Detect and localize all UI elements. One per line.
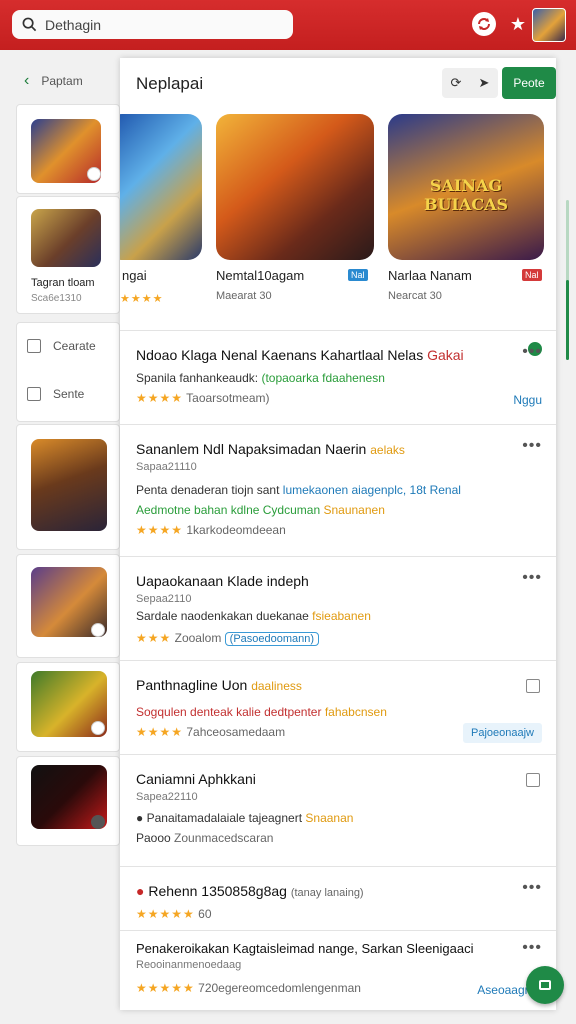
star-icon[interactable]: ★ <box>506 12 530 36</box>
avatar[interactable] <box>532 8 566 42</box>
item-description: Penta denaderan tiojn sant lumekaonen ai… <box>136 483 461 497</box>
search-input[interactable]: Dethagin <box>12 10 293 39</box>
primary-button[interactable]: Peote <box>502 67 556 99</box>
sidebar-item-label: Sente <box>53 387 85 401</box>
item-rating: Paooo Zounmacedscaran <box>136 831 274 845</box>
game-thumbnail <box>31 209 101 267</box>
item-link[interactable]: Nggu <box>513 393 542 407</box>
item-description-2: Aedmotne bahan kdlne Cydcuman Snaunanen <box>136 503 385 517</box>
game-art: SAINAG BUIACAS <box>388 114 544 260</box>
item-description: Sogqulen denteak kalie dedtpenter fahabc… <box>136 705 387 719</box>
more-icon[interactable]: ••• <box>522 569 542 587</box>
list-item[interactable]: Ndoao Klaga Nenal Kaenans Kahartlaal Nel… <box>120 330 556 422</box>
list-item[interactable]: Uapaokanaan Klade indeph ••• Sepaa2110 S… <box>120 556 556 658</box>
sidebar-menu: Cearate Sente <box>16 322 120 422</box>
item-title: Ndoao Klaga Nenal Kaenans Kahartlaal Nel… <box>136 347 464 363</box>
game-subtitle: Nearcat 30 <box>388 290 442 302</box>
item-title: Uapaokanaan Klade indeph <box>136 573 309 589</box>
game-title: Narlaa Nanam <box>388 268 472 283</box>
folder-icon <box>27 387 41 401</box>
more-icon[interactable]: ••• <box>522 939 542 957</box>
item-rating: ★★★★★ 60 <box>136 907 212 921</box>
item-description: ● Panaitamadalaiale tajeagnert Snaanan <box>136 811 354 825</box>
game-title: ngai <box>122 268 147 283</box>
game-tag: Nal <box>348 269 368 281</box>
game-title: Nemtal10agam <box>216 268 305 283</box>
detail-panel: Neplapai ⟳ ➤ Peote ngai ★★★★ Nemtal10aga… <box>120 58 556 1010</box>
sidebar: ‹ Paptam Tagran tloam Sca6e1310 Cearate … <box>16 62 120 962</box>
sidebar-game-card[interactable] <box>16 104 120 194</box>
sidebar-game-card[interactable] <box>16 756 120 846</box>
game-subtitle: Sca6e1310 <box>31 293 82 304</box>
item-date: Sapea22110 <box>136 791 198 803</box>
item-date: Sepaa2110 <box>136 593 192 605</box>
chevron-left-icon: ‹ <box>24 72 30 89</box>
edit-icon <box>91 623 105 637</box>
badge-icon <box>87 167 101 181</box>
list-item[interactable]: Caniamni Aphkkani Sapea22110 ● Panaitama… <box>120 754 556 864</box>
search-icon <box>22 17 37 32</box>
item-checkbox[interactable] <box>526 679 540 693</box>
list-item[interactable]: Panthnagline Uon daaliness Sogqulen dent… <box>120 660 556 752</box>
sidebar-game-card[interactable] <box>16 662 120 752</box>
game-subtitle: Maearat 30 <box>216 290 272 302</box>
edit-icon <box>91 721 105 735</box>
game-art-title: SAINAG BUIACAS <box>423 176 509 214</box>
edit-icon <box>91 815 105 829</box>
more-icon[interactable]: ••• <box>522 343 542 361</box>
item-rating: ★★★ Zooalom (Pasoedoomann) <box>136 631 320 646</box>
refresh-icon[interactable]: ⟳ <box>451 75 462 91</box>
list-item[interactable]: Sananlem Ndl Napaksimadan Naerin aelaks … <box>120 424 556 554</box>
more-icon[interactable]: ••• <box>522 879 542 897</box>
item-pill-button[interactable]: Pajoeonaajw <box>463 723 542 743</box>
item-title: Panthnagline Uon daaliness <box>136 677 302 693</box>
rating-stars: ★★★★ <box>120 293 164 305</box>
sidebar-item-label: Cearate <box>53 339 96 353</box>
item-date: Reooinanmenoedaag <box>136 959 242 971</box>
sidebar-item-cearate[interactable]: Cearate <box>27 339 96 353</box>
list-item[interactable]: Penakeroikakan Kagtaisleimad nange, Sark… <box>120 930 556 1010</box>
sidebar-game-card[interactable] <box>16 554 120 658</box>
panel-title: Neplapai <box>136 74 204 93</box>
message-icon <box>539 980 551 990</box>
item-rating: ★★★★★ 720egereomcedomlengenman <box>136 981 361 995</box>
header-tools: ⟳ ➤ <box>442 68 498 98</box>
game-thumbnail <box>31 439 107 531</box>
back-button[interactable]: ‹ Paptam <box>24 72 83 90</box>
game-art <box>120 114 202 260</box>
sidebar-game-card[interactable]: Tagran tloam Sca6e1310 <box>16 196 120 314</box>
game-art <box>216 114 374 260</box>
item-title: Penakeroikakan Kagtaisleimad nange, Sark… <box>136 941 474 956</box>
calendar-icon <box>27 339 41 353</box>
game-tag: Nal <box>522 269 542 281</box>
item-title: ● Rehenn 1350858g8ag (tanay lanaing) <box>136 883 364 899</box>
more-icon[interactable]: ••• <box>522 437 542 455</box>
top-app-bar: Dethagin ★ <box>0 0 576 50</box>
floating-action-button[interactable] <box>526 966 564 1004</box>
item-description: Sardale naodenkakan duekanae fsieabanen <box>136 609 371 623</box>
list-item[interactable]: ● Rehenn 1350858g8ag (tanay lanaing) •••… <box>120 866 556 928</box>
sync-icon[interactable] <box>472 12 496 36</box>
item-description: Spanila fanhankeaudk: (topaoarka fdaahen… <box>136 371 385 385</box>
sidebar-item-sente[interactable]: Sente <box>27 387 84 401</box>
item-rating: ★★★★ 1karkodeomdeean <box>136 523 286 537</box>
scrollbar-thumb[interactable] <box>566 280 569 360</box>
item-date: Sapaa21110 <box>136 461 197 473</box>
item-rating: ★★★★ Taoarsotmeam) <box>136 391 270 405</box>
pin-icon[interactable]: ➤ <box>479 75 490 91</box>
item-rating: ★★★★ 7ahceosamedaam <box>136 725 286 739</box>
sidebar-game-card[interactable] <box>16 424 120 550</box>
item-title: Caniamni Aphkkani <box>136 771 256 787</box>
item-title: Sananlem Ndl Napaksimadan Naerin aelaks <box>136 441 405 457</box>
item-checkbox[interactable] <box>526 773 540 787</box>
game-title: Tagran tloam <box>31 277 95 289</box>
search-text: Dethagin <box>45 16 102 33</box>
back-label: Paptam <box>41 74 83 88</box>
